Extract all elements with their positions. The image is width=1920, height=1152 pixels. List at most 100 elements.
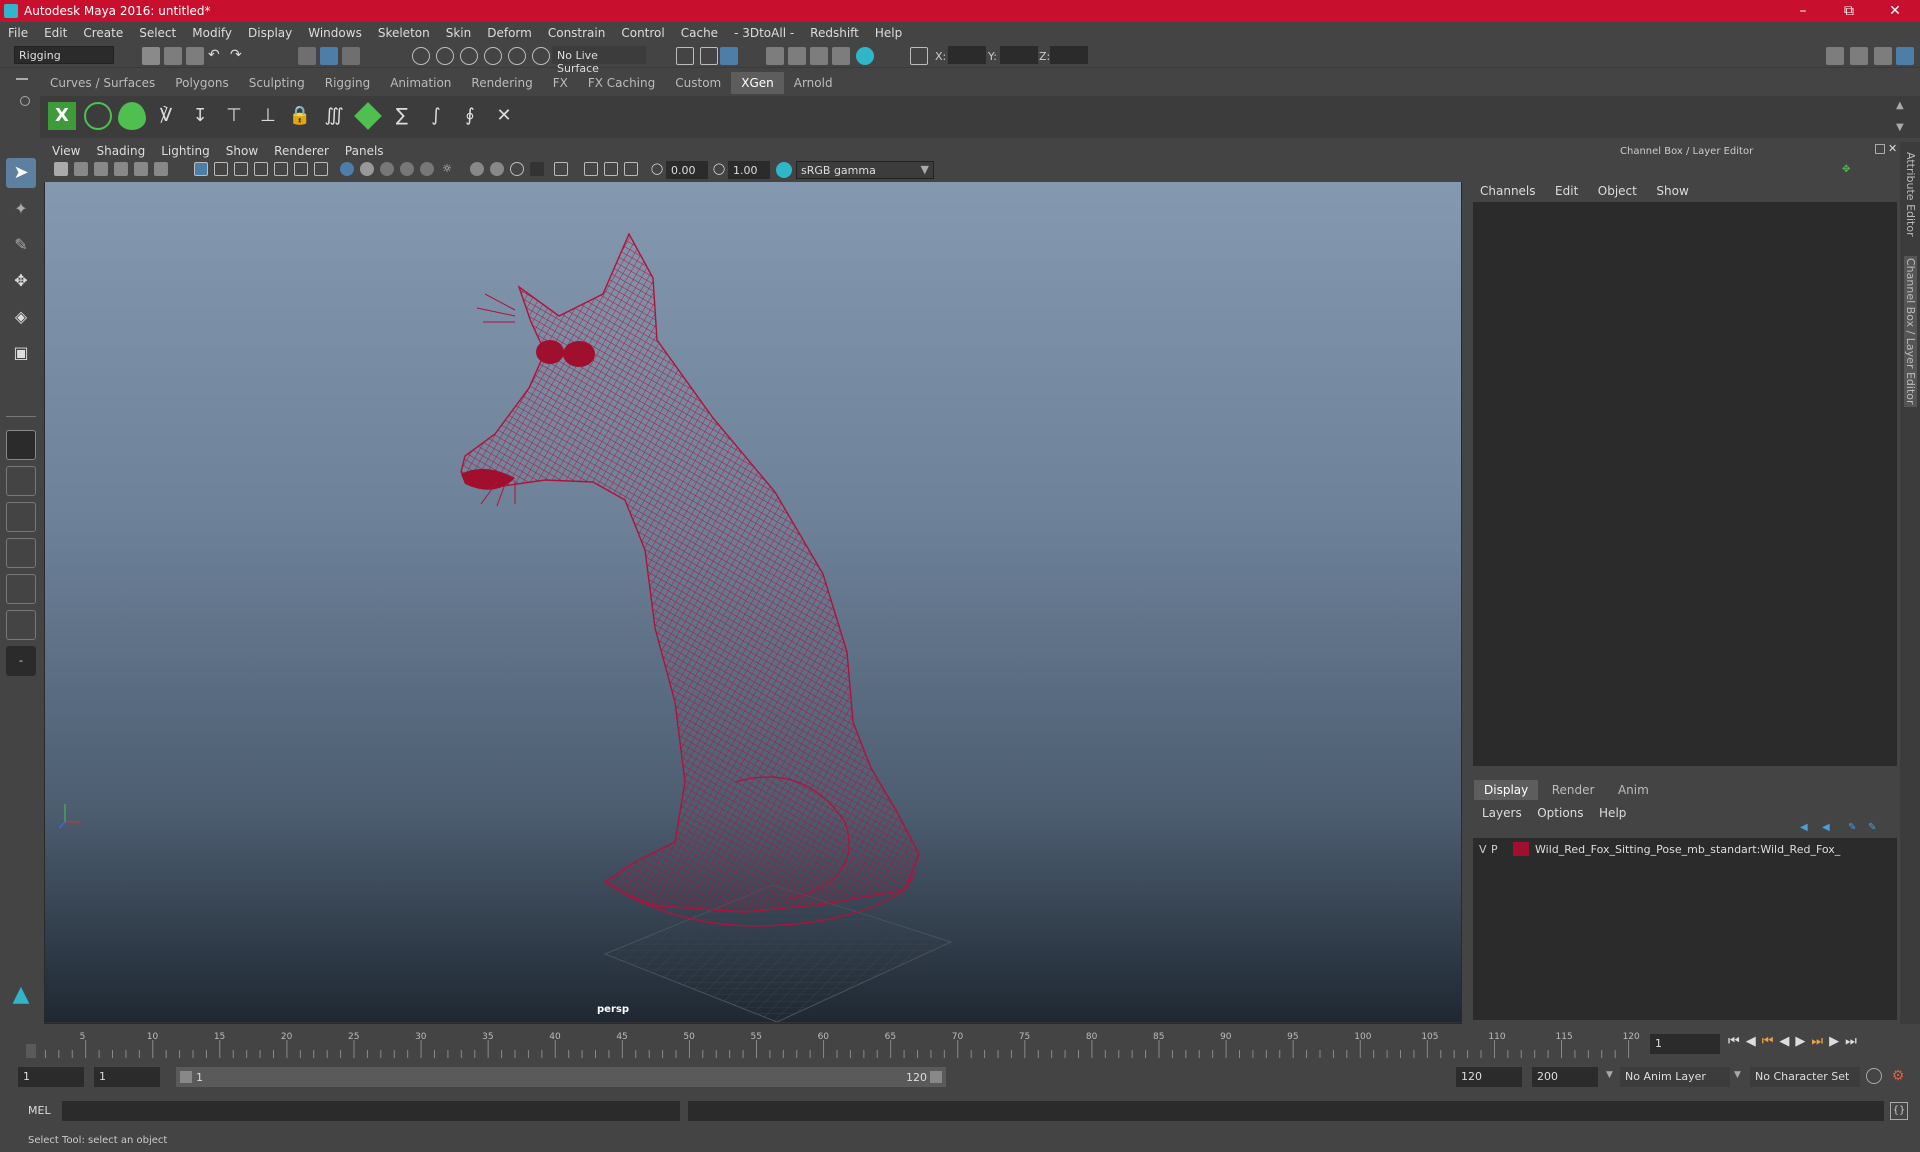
menu-control[interactable]: Control	[613, 26, 672, 40]
xgen-move-guide-icon[interactable]: ⊤	[220, 102, 248, 130]
channel-show-menu[interactable]: Show	[1656, 184, 1688, 198]
close-icon[interactable]: ✕	[1872, 0, 1918, 22]
character-set-dropdown[interactable]: No Character Set	[1750, 1067, 1860, 1087]
x-field[interactable]	[948, 46, 986, 64]
shelf-tab-fx[interactable]: FX	[543, 72, 578, 94]
xray-icon[interactable]	[420, 162, 434, 176]
menu-modify[interactable]: Modify	[184, 26, 240, 40]
go-to-start-icon[interactable]: ⏮	[1728, 1034, 1746, 1049]
character-set-chevron-icon[interactable]: ▼	[1734, 1070, 1741, 1080]
channel-box-tab[interactable]: Channel Box / Layer Editor	[1904, 256, 1917, 407]
custom-layout-icon[interactable]	[6, 610, 36, 640]
2d-pan-zoom-icon[interactable]	[154, 162, 168, 176]
xgen-place-guides-icon[interactable]: ℣	[152, 102, 180, 130]
save-scene-icon[interactable]	[186, 47, 204, 65]
live-surface-field[interactable]: No Live Surface	[552, 46, 646, 75]
xgen-lock-guide-icon[interactable]: 🔒	[286, 102, 314, 130]
modeling-toolkit-icon[interactable]	[1826, 47, 1844, 65]
menu-deform[interactable]: Deform	[479, 26, 540, 40]
layout-options-icon[interactable]: -	[6, 646, 36, 676]
auto-key-icon[interactable]	[1866, 1068, 1882, 1084]
attribute-editor-toggle-icon[interactable]	[1850, 47, 1868, 65]
animation-preferences-icon[interactable]: ⚙	[1890, 1068, 1906, 1084]
image-plane-icon[interactable]	[114, 162, 128, 176]
input-ops-icon[interactable]	[676, 47, 694, 65]
menu-windows[interactable]: Windows	[300, 26, 370, 40]
range-start-handle[interactable]	[180, 1071, 192, 1083]
script-editor-icon[interactable]: {}	[1890, 1102, 1908, 1120]
shelf-tab-sculpting[interactable]: Sculpting	[239, 72, 315, 94]
bookmark-icon[interactable]	[94, 162, 108, 176]
playback-start-field[interactable]: 1	[94, 1067, 160, 1087]
render-settings-icon[interactable]	[832, 47, 850, 65]
gate-mask-icon[interactable]	[254, 162, 268, 176]
xgen-curves-to-guides-icon[interactable]: ∮	[456, 102, 484, 130]
channel-box-toggle-icon[interactable]	[1896, 47, 1914, 65]
output-ops-icon[interactable]	[700, 47, 718, 65]
hypershade-icon[interactable]	[856, 47, 874, 65]
motion-blur-icon[interactable]	[510, 162, 524, 176]
shelf-tab-animation[interactable]: Animation	[380, 72, 461, 94]
viewport-menu-panels[interactable]: Panels	[337, 144, 392, 158]
fox-wireframe-model[interactable]	[460, 232, 920, 927]
menu-skin[interactable]: Skin	[438, 26, 480, 40]
gamma-icon[interactable]: ◯	[712, 162, 726, 176]
anti-aliasing-icon[interactable]	[530, 162, 544, 176]
viewport-menu-view[interactable]: View	[44, 144, 88, 158]
start-time-field[interactable]: 1	[18, 1067, 84, 1087]
command-input[interactable]	[62, 1101, 680, 1121]
minimize-icon[interactable]: –	[1780, 0, 1826, 22]
attribute-editor-tab[interactable]: Attribute Editor	[1904, 152, 1917, 237]
scale-tool-icon[interactable]: ▣	[6, 338, 36, 368]
menu-help[interactable]: Help	[867, 26, 910, 40]
menu-redshift[interactable]: Redshift	[802, 26, 867, 40]
ipr-render-icon[interactable]	[810, 47, 828, 65]
single-perspective-layout-icon[interactable]	[6, 430, 36, 460]
shelf-tab-arnold[interactable]: Arnold	[784, 72, 843, 94]
select-hierarchy-icon[interactable]	[298, 47, 316, 65]
snap-view-plane-icon[interactable]	[484, 47, 502, 65]
wireframe-shading-icon[interactable]	[340, 162, 354, 176]
menuset-dropdown[interactable]: Rigging	[14, 46, 114, 64]
z-field[interactable]	[1050, 46, 1088, 64]
xray-joints-icon[interactable]	[584, 162, 598, 176]
layer-color-swatch[interactable]	[1513, 842, 1529, 856]
layer-row[interactable]: V P Wild_Red_Fox_Sitting_Pose_mb_standar…	[1473, 840, 1897, 858]
move-layer-down-icon[interactable]: ◀	[1822, 822, 1834, 834]
viewport-menu-show[interactable]: Show	[218, 144, 266, 158]
shelf-tab-custom[interactable]: Custom	[665, 72, 731, 94]
isolate-select-icon[interactable]	[554, 162, 568, 176]
menu-constrain[interactable]: Constrain	[540, 26, 614, 40]
shelf-tab-rigging[interactable]: Rigging	[315, 72, 380, 94]
xgen-guide-length-icon[interactable]: ⊥	[254, 102, 282, 130]
current-frame-field[interactable]: 1	[1650, 1034, 1720, 1054]
xgen-delete-guides-icon[interactable]: ✕	[490, 102, 518, 130]
rotate-tool-icon[interactable]: ◈	[6, 302, 36, 332]
field-chart-icon[interactable]	[274, 162, 288, 176]
color-management-icon[interactable]	[776, 162, 792, 178]
undo-icon[interactable]: ↶	[208, 47, 226, 65]
persp-hypershade-layout-icon[interactable]	[6, 574, 36, 604]
snap-edge-icon[interactable]	[532, 47, 550, 65]
transform-field-mode-icon[interactable]	[910, 47, 928, 65]
anim-layer-dropdown[interactable]: No Anim Layer	[1620, 1067, 1730, 1087]
viewport-menu-renderer[interactable]: Renderer	[266, 144, 337, 158]
shelf-tab-xgen[interactable]: XGen	[731, 72, 784, 94]
persp-outliner-layout-icon[interactable]	[6, 502, 36, 532]
channels-menu[interactable]: Channels	[1480, 184, 1536, 198]
redo-icon[interactable]: ↷	[230, 47, 248, 65]
shelf-tab-rendering[interactable]: Rendering	[461, 72, 542, 94]
grease-pencil-icon[interactable]	[134, 162, 148, 176]
safe-title-icon[interactable]	[314, 162, 328, 176]
time-ruler[interactable]: 5 10 15 20 25 30 35 40 45 50 55 60 65 70 75 80 85 90 95 100…	[26, 1030, 1640, 1058]
layer-name[interactable]: Wild_Red_Fox_Sitting_Pose_mb_standart:Wi…	[1535, 843, 1840, 856]
menu-create[interactable]: Create	[75, 26, 131, 40]
options-menu[interactable]: Options	[1537, 806, 1583, 820]
xgen-guide-to-curves-icon[interactable]: ∫	[422, 102, 450, 130]
menu-edit[interactable]: Edit	[36, 26, 75, 40]
render-current-icon[interactable]	[788, 47, 806, 65]
gamma-field[interactable]: 1.00	[728, 161, 770, 179]
xgen-groom-icon[interactable]	[354, 102, 382, 130]
paint-select-tool-icon[interactable]: ✎	[6, 230, 36, 260]
menu-skeleton[interactable]: Skeleton	[370, 26, 438, 40]
